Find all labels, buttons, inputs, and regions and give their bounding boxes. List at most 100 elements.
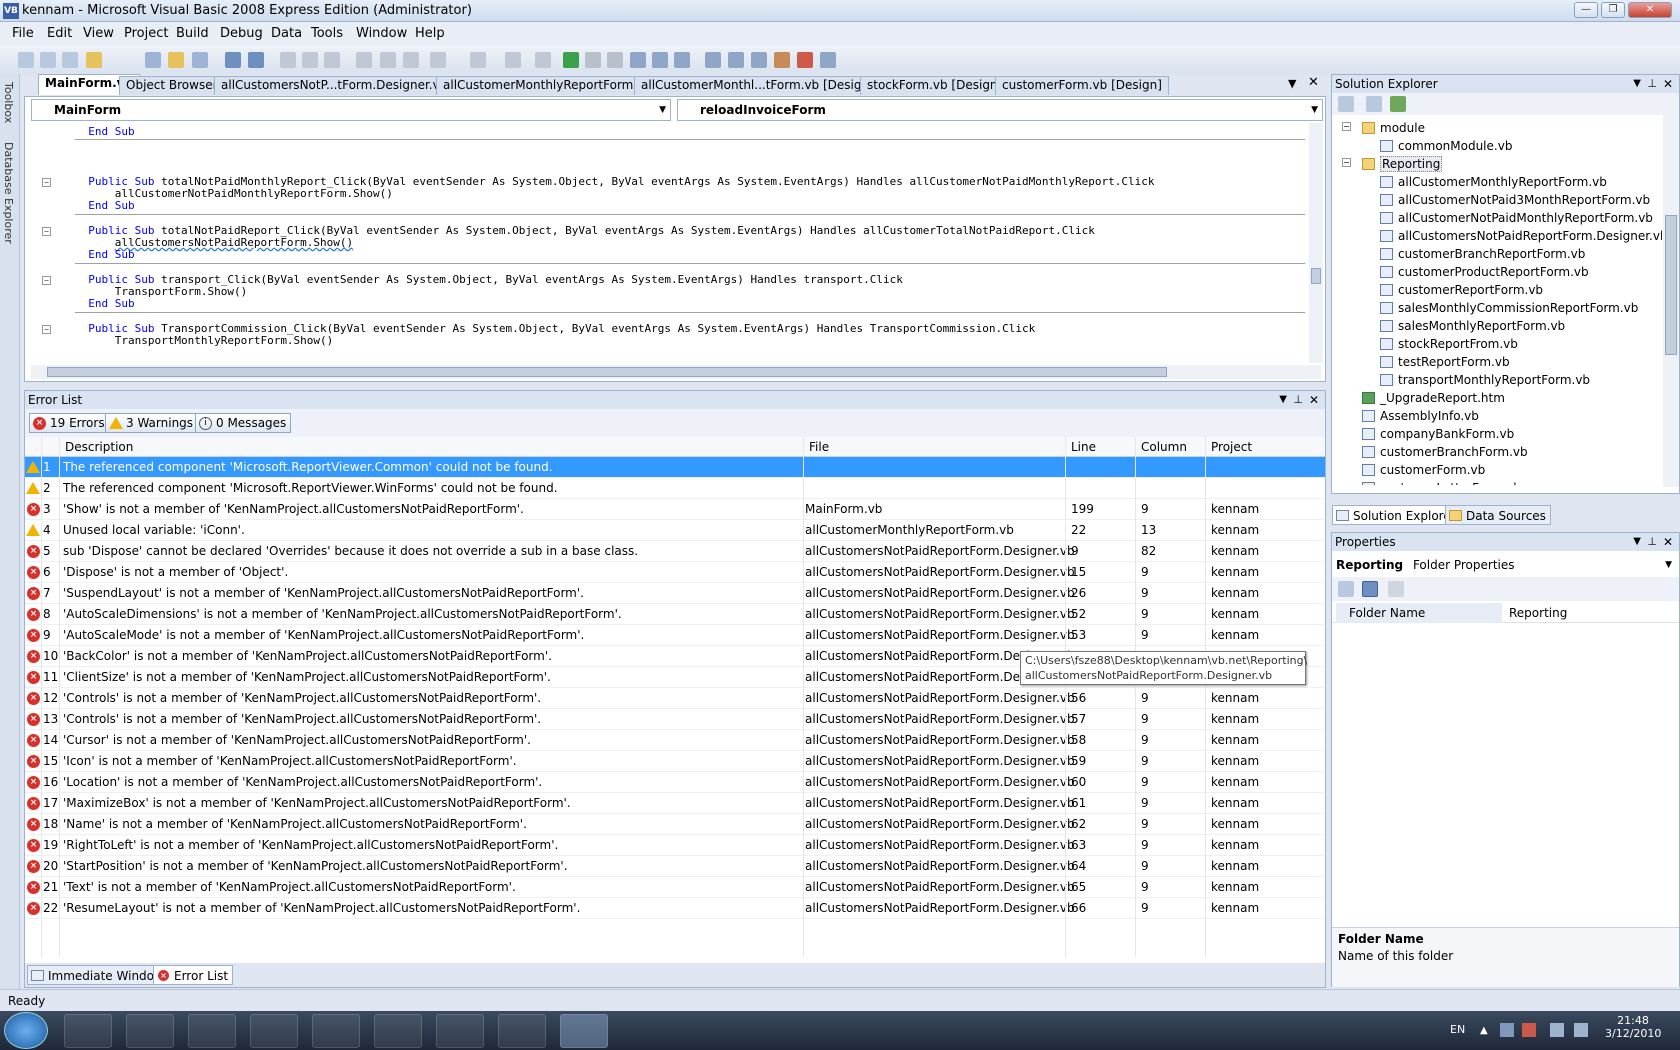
- tab-data-sources[interactable]: Data Sources: [1445, 505, 1551, 525]
- table-row[interactable]: × 7 'SuspendLayout' is not a member of 'Ke…: [25, 583, 1325, 604]
- network-icon[interactable]: [1500, 1023, 1514, 1037]
- safari-icon[interactable]: [188, 1014, 236, 1048]
- tree-file[interactable]: customerReportForm.vb: [1380, 281, 1543, 299]
- explorer-icon[interactable]: [374, 1014, 422, 1048]
- step-over-icon[interactable]: [652, 52, 668, 68]
- tree-scrollbar[interactable]: [1663, 115, 1679, 487]
- cut-icon[interactable]: [280, 52, 296, 68]
- tree-file[interactable]: salesMonthlyReportForm.vb: [1380, 317, 1565, 335]
- table-row[interactable]: 4 Unused local variable: 'iConn'. allCusto…: [25, 520, 1325, 541]
- menu-help[interactable]: Help: [415, 26, 445, 41]
- copy-icon[interactable]: [302, 52, 318, 68]
- tree-file[interactable]: customerProductReportForm.vb: [1380, 263, 1589, 281]
- add-form-icon[interactable]: [62, 52, 78, 68]
- tab-monthly-report[interactable]: allCustomerMonthlyReportForm.vb: [436, 76, 659, 95]
- collapse-icon[interactable]: −: [1342, 122, 1351, 131]
- tree-file[interactable]: testReportForm.vb: [1380, 353, 1510, 371]
- task-manager-icon[interactable]: [436, 1014, 484, 1048]
- volume-icon[interactable]: [1574, 1023, 1588, 1037]
- open-file-icon[interactable]: [168, 52, 184, 68]
- pause-icon[interactable]: [585, 52, 601, 68]
- security-icon[interactable]: [1522, 1023, 1536, 1037]
- immediate-window-icon[interactable]: [820, 52, 836, 68]
- media-player-icon[interactable]: [498, 1014, 546, 1048]
- errors-filter-button[interactable]: × 19 Errors: [29, 413, 110, 433]
- tab-monthly-design[interactable]: allCustomerMonthl...tForm.vb [Design]: [634, 76, 881, 95]
- table-row[interactable]: × 13 'Controls' is not a member of 'KenNam…: [25, 709, 1325, 730]
- toolbox-tab[interactable]: Toolbox: [2, 82, 15, 123]
- app-icon[interactable]: VB: [3, 3, 19, 19]
- media-center-icon[interactable]: [312, 1014, 360, 1048]
- tree-file[interactable]: stockReportFrom.vb: [1380, 335, 1518, 353]
- paste-icon[interactable]: [324, 52, 340, 68]
- tab-customer-design[interactable]: customerForm.vb [Design]: [995, 76, 1169, 95]
- internet-explorer-icon[interactable]: [126, 1014, 174, 1048]
- menu-view[interactable]: View: [83, 26, 114, 41]
- panel-dropdown-icon[interactable]: ▼: [1633, 75, 1641, 93]
- tab-stock-design[interactable]: stockForm.vb [Design]: [860, 76, 1010, 95]
- tree-file[interactable]: customerBranchReportForm.vb: [1380, 245, 1585, 263]
- step-out-icon[interactable]: [674, 52, 690, 68]
- tab-error-list[interactable]: × Error List: [153, 965, 234, 985]
- close-panel-icon[interactable]: ✕: [1309, 391, 1319, 409]
- tree-file[interactable]: customerBranchForm.vb: [1362, 443, 1528, 461]
- firefox-icon[interactable]: [64, 1014, 112, 1048]
- collapse-icon[interactable]: −: [42, 178, 51, 187]
- stop-icon[interactable]: [607, 52, 623, 68]
- tree-file[interactable]: allCustomersNotPaidReportForm.Designer.v…: [1380, 227, 1662, 245]
- col-column[interactable]: Column: [1141, 440, 1187, 454]
- property-row[interactable]: Folder Name Reporting: [1332, 603, 1679, 623]
- table-row[interactable]: × 16 'Location' is not a member of 'KenNam…: [25, 772, 1325, 793]
- alphabetical-icon[interactable]: [1362, 581, 1378, 597]
- menu-file[interactable]: File: [12, 26, 34, 41]
- pin-icon[interactable]: ⊥: [1647, 75, 1657, 93]
- table-row[interactable]: × 20 'StartPosition' is not a member of 'K…: [25, 856, 1325, 877]
- navigate-forward-icon[interactable]: [535, 52, 551, 68]
- tree-file[interactable]: salesMonthlyCommissionReportForm.vb: [1380, 299, 1638, 317]
- table-row[interactable]: × 21 'Text' is not a member of 'KenNamProj…: [25, 877, 1325, 898]
- add-new-item-icon[interactable]: [192, 52, 208, 68]
- toolbox-icon[interactable]: [774, 52, 790, 68]
- scroll-thumb[interactable]: [1311, 268, 1321, 284]
- signal-icon[interactable]: [1550, 1023, 1564, 1037]
- table-row[interactable]: × 6 'Dispose' is not a member of 'Object'.…: [25, 562, 1325, 583]
- error-list-icon[interactable]: [797, 52, 813, 68]
- horizontal-scrollbar[interactable]: [31, 365, 1321, 379]
- table-row[interactable]: 2 The referenced component 'Microsoft.Rep…: [25, 478, 1325, 499]
- table-row[interactable]: × 22 'ResumeLayout' is not a member of 'Ke…: [25, 898, 1325, 919]
- tree-file[interactable]: customerLetterForm.vb: [1362, 479, 1521, 485]
- col-project[interactable]: Project: [1211, 440, 1252, 454]
- tree-file[interactable]: allCustomerMonthlyReportForm.vb: [1380, 173, 1607, 191]
- tab-dropdown-icon[interactable]: ▼: [1288, 77, 1296, 90]
- show-all-files-icon[interactable]: [1366, 96, 1382, 112]
- maximize-button[interactable]: ❐: [1601, 2, 1625, 18]
- save-icon[interactable]: [225, 52, 241, 68]
- itunes-icon[interactable]: [250, 1014, 298, 1048]
- redo-icon[interactable]: [470, 52, 486, 68]
- vertical-scrollbar[interactable]: [1309, 123, 1323, 363]
- visual-basic-icon[interactable]: [560, 1014, 608, 1048]
- menu-window[interactable]: Window: [356, 26, 407, 41]
- tree-folder[interactable]: − module: [1342, 119, 1425, 137]
- pin-icon[interactable]: ⊥: [1647, 533, 1657, 551]
- warnings-filter-button[interactable]: 3 Warnings: [105, 413, 199, 433]
- table-row[interactable]: × 5 sub 'Dispose' cannot be declared 'Over…: [25, 541, 1325, 562]
- collapse-icon[interactable]: −: [42, 276, 51, 285]
- navigate-back-icon[interactable]: [505, 52, 521, 68]
- close-document-icon[interactable]: ✕: [1308, 75, 1319, 90]
- messages-filter-button[interactable]: i 0 Messages: [195, 413, 292, 433]
- tree-file[interactable]: commonModule.vb: [1380, 137, 1512, 155]
- property-value[interactable]: Reporting: [1503, 603, 1567, 623]
- uncomment-icon[interactable]: [403, 52, 419, 68]
- open-icon[interactable]: [86, 52, 102, 68]
- code-area[interactable]: End Sub − Public Sub totalNotPaidMonthly…: [25, 123, 1305, 363]
- scroll-thumb[interactable]: [1665, 215, 1677, 355]
- table-row[interactable]: × 9 'AutoScaleMode' is not a member of 'Ke…: [25, 625, 1325, 646]
- menu-build[interactable]: Build: [176, 26, 209, 41]
- table-row[interactable]: × 17 'MaximizeBox' is not a member of 'Ken…: [25, 793, 1325, 814]
- menu-tools[interactable]: Tools: [311, 26, 343, 41]
- tray-expand-icon[interactable]: ▲: [1480, 1025, 1488, 1036]
- collapse-icon[interactable]: −: [42, 227, 51, 236]
- close-panel-icon[interactable]: ✕: [1663, 75, 1673, 93]
- find-icon[interactable]: [356, 52, 372, 68]
